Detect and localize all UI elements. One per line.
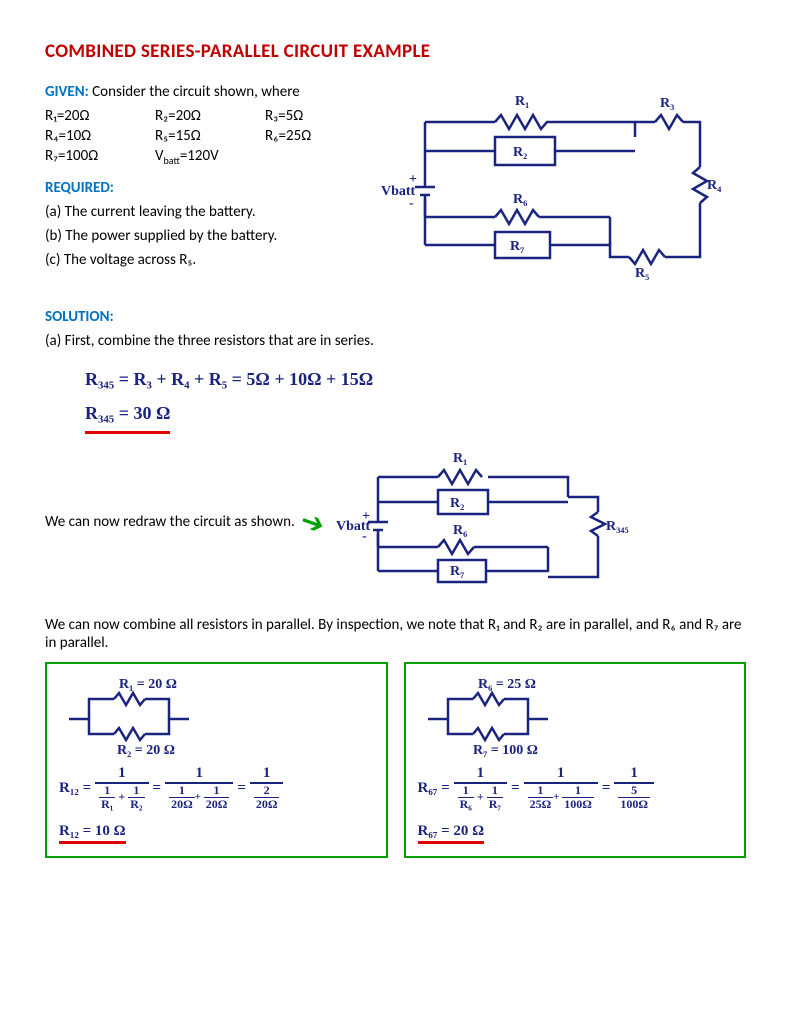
circuit-diagram-2: R₁ R₂ R₃₄₅ R₆ R₇ Vbatt + - [338,442,638,602]
vbatt-value: Vbatt=120V [155,147,265,167]
svg-text:+: + [409,172,417,187]
solution-label: SOLUTION: [45,308,114,326]
svg-text:-: - [362,529,367,544]
svg-text:R₇ = 100 Ω: R₇ = 100 Ω [473,743,538,758]
r6-label: R₆ [513,192,527,207]
solution-a-text: (a) First, combine the three resistors t… [45,332,746,350]
r2-label: R₂ [513,145,527,160]
equation-r345: R₃₄₅ = R₃ + R₄ + R₅ = 5Ω + 10Ω + 15Ω R₃₄… [85,362,746,434]
parallel-text: We can now combine all resistors in para… [45,616,746,652]
r1-value: R₁=20Ω [45,107,155,125]
svg-text:R₂: R₂ [450,496,464,511]
svg-text:R₆: R₆ [453,523,467,538]
svg-text:R₃₄₅: R₃₄₅ [606,519,629,534]
page-title: COMBINED SERIES-PARALLEL CIRCUIT EXAMPLE [45,40,746,63]
svg-text:R₁: R₁ [453,451,467,466]
svg-text:R₁ = 20 Ω: R₁ = 20 Ω [119,677,177,692]
required-label: REQUIRED: [45,179,114,197]
r12-calc-box: R₁ = 20 Ω R₂ = 20 Ω R₁₂ = 1 1R₁ + 1R₂ = … [45,662,388,858]
svg-text:R₂ = 20 Ω: R₂ = 20 Ω [117,743,175,758]
r4-value: R₄=10Ω [45,127,155,145]
r67-result: R₆₇ = 20 Ω [418,823,485,844]
arrow-icon: ➔ [295,502,329,543]
given-intro: Consider the circuit shown, where [92,83,300,101]
r7-label: R₇ [510,239,524,254]
r1-label: R₁ [515,94,529,109]
r4-label: R₄ [707,178,722,193]
r67-calc-box: R₆ = 25 Ω R₇ = 100 Ω R₆₇ = 1 1R₆ + 1R₇ =… [404,662,747,858]
given-label: GIVEN: [45,83,89,101]
r3-label: R₃ [660,96,674,111]
given-block: GIVEN: Consider the circuit shown, where… [45,77,375,302]
required-b: (b) The power supplied by the battery. [45,227,375,245]
r5-label: R₅ [635,266,649,281]
required-c: (c) The voltage across R₅. [45,251,375,269]
r3-value: R₃=5Ω [265,107,375,125]
r6-value: R₆=25Ω [265,127,375,145]
svg-text:+: + [362,509,370,524]
r2-value: R₂=20Ω [155,107,265,125]
svg-text:R₆ = 25 Ω: R₆ = 25 Ω [478,677,536,692]
r7-value: R₇=100Ω [45,147,155,167]
r5-value: R₅=15Ω [155,127,265,145]
redraw-text: We can now redraw the circuit as shown. [45,513,295,531]
svg-text:R₇: R₇ [450,564,464,579]
circuit-diagram-1: R₁ R₂ R₃ R₄ R₅ R₆ [375,77,715,297]
required-a: (a) The current leaving the battery. [45,203,375,221]
r12-result: R₁₂ = 10 Ω [59,823,126,844]
svg-text:-: - [409,196,414,211]
